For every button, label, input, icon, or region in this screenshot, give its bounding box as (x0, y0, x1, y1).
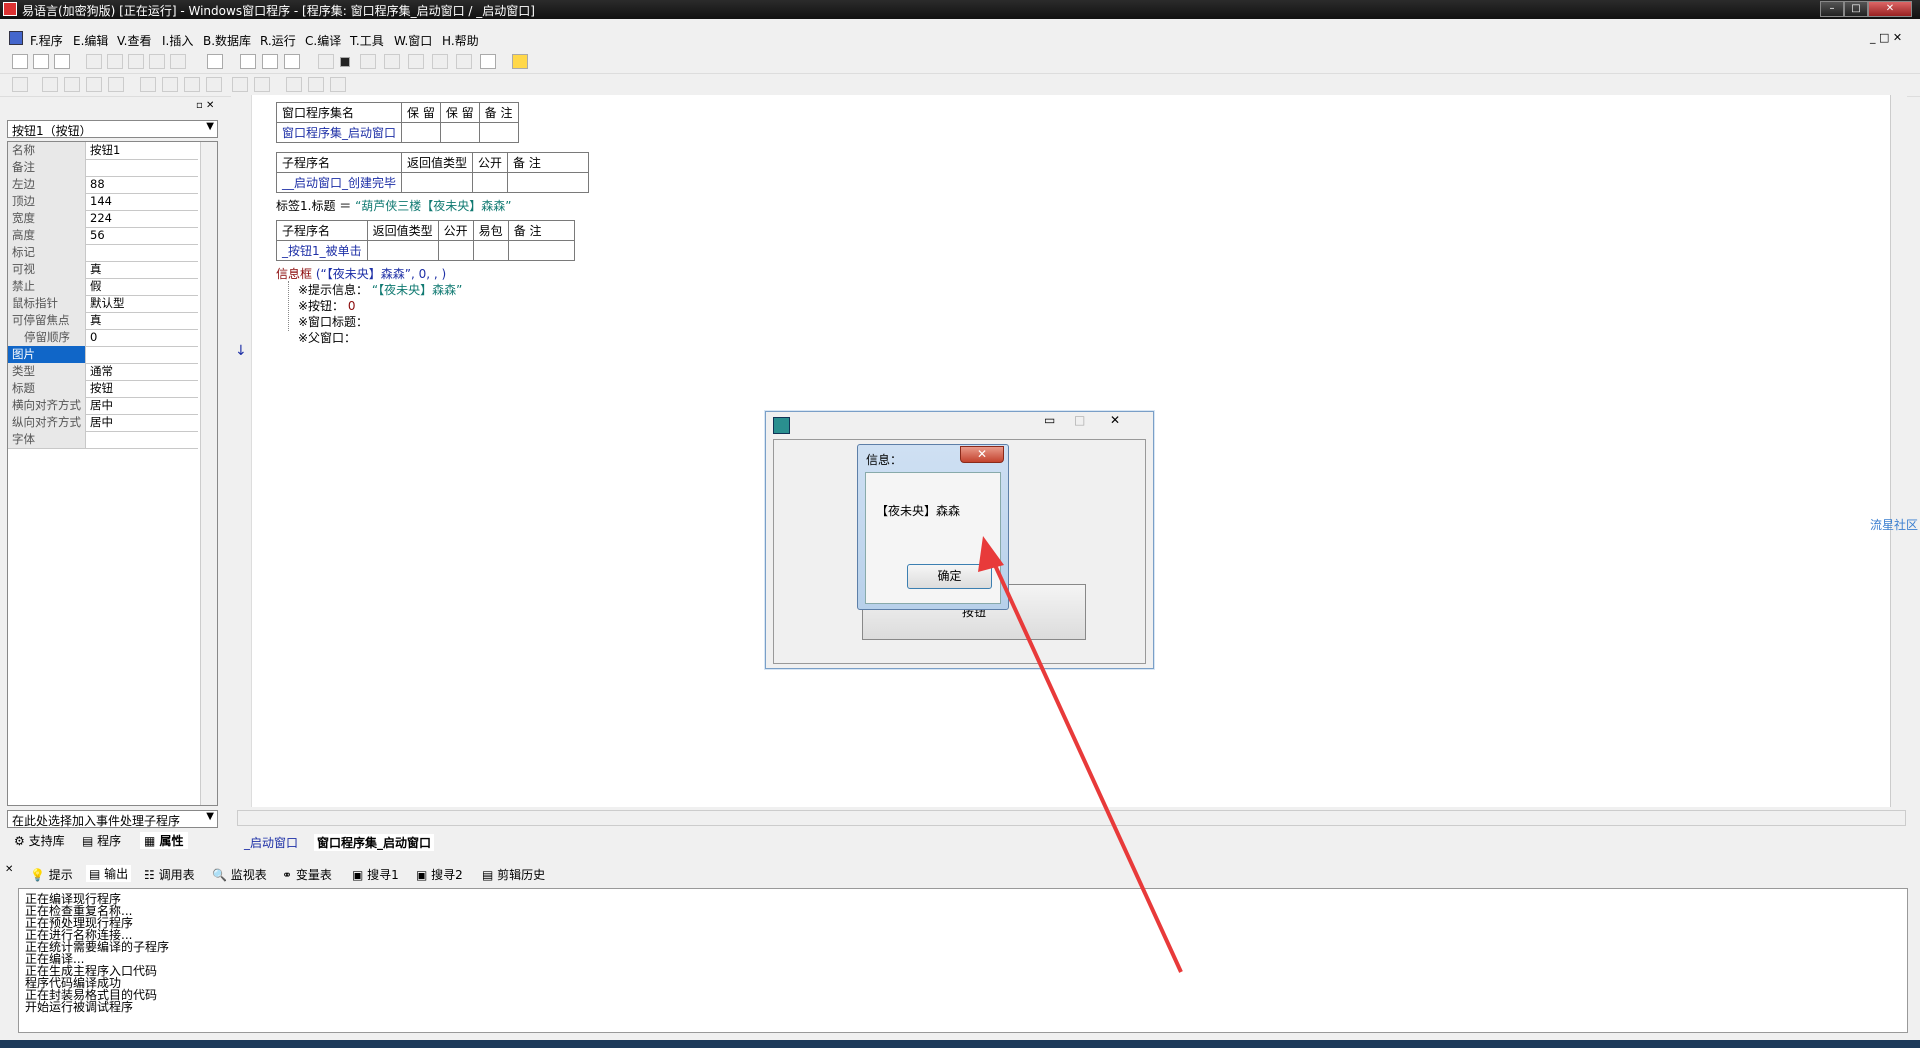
annotation-arrow-head (978, 536, 1004, 572)
annotation-arrow (978, 536, 1183, 973)
annotation-arrow-line (987, 551, 1183, 973)
